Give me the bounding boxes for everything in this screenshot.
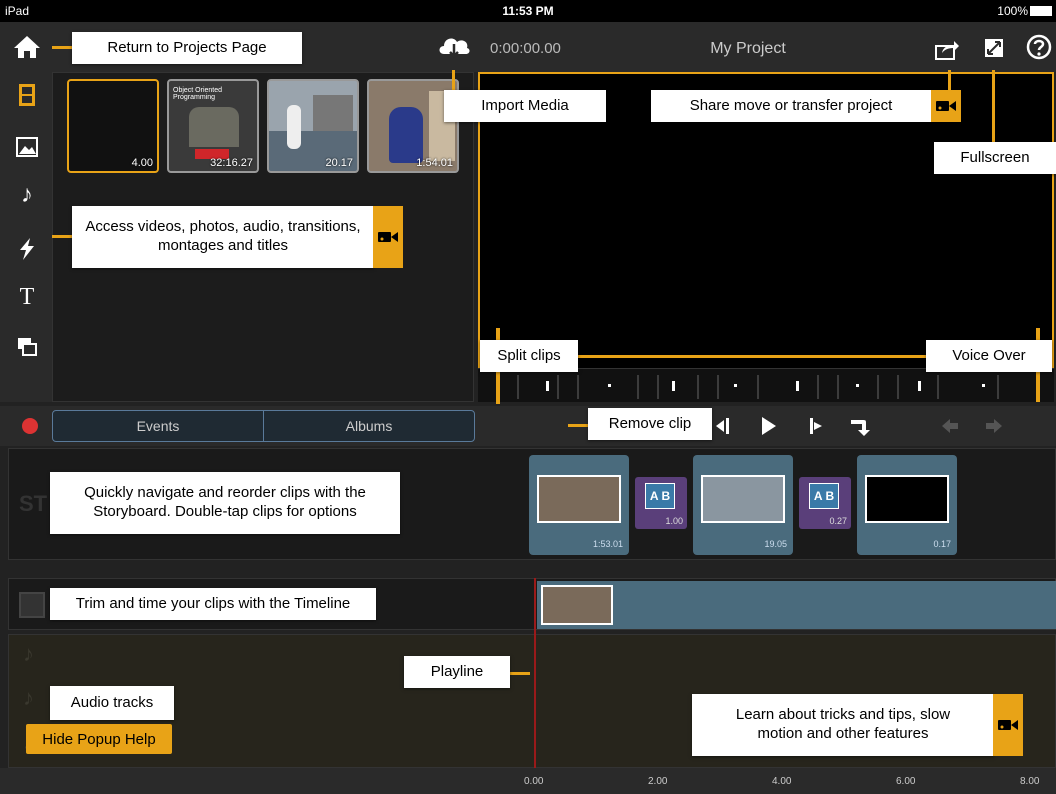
transition-ab-icon: A B [809, 483, 839, 509]
photo-icon[interactable] [14, 134, 40, 160]
callout-connector [568, 424, 588, 427]
storyboard-clip[interactable]: 0.17 [857, 455, 957, 555]
storyboard-transition[interactable]: A B 1.00 [635, 477, 687, 529]
callout-remove-clip: Remove clip [588, 408, 712, 440]
storyboard-clip[interactable]: 19.05 [693, 455, 793, 555]
status-bar: iPad 11:53 PM 100% [0, 0, 1056, 22]
storyboard-transition[interactable]: A B 0.27 [799, 477, 851, 529]
clip-thumbnail [541, 585, 613, 625]
project-title: My Project [710, 40, 786, 57]
ruler-tick: 8.00 [1020, 776, 1040, 787]
tab-events[interactable]: Events [52, 410, 264, 442]
tab-albums[interactable]: Albums [263, 410, 475, 442]
fullscreen-icon[interactable] [984, 38, 1004, 58]
battery-icon [1030, 6, 1052, 16]
help-icon[interactable] [1026, 34, 1052, 60]
callout-storyboard: Quickly navigate and reorder clips with … [50, 472, 400, 534]
callout-fullscreen: Fullscreen [934, 142, 1056, 174]
storyboard-clip[interactable]: 1:53.01 [529, 455, 629, 555]
playline[interactable] [534, 578, 536, 768]
hide-popup-help-button[interactable]: Hide Popup Help [26, 724, 172, 754]
clip-thumbnail [537, 475, 621, 523]
callout-timeline: Trim and time your clips with the Timeli… [50, 588, 376, 620]
scrub-ticks [517, 375, 999, 399]
play-icon[interactable] [756, 414, 780, 438]
callout-connector [52, 235, 72, 238]
time-ruler: 0.00 2.00 4.00 6.00 8.00 [0, 768, 1056, 794]
video-track-icon [19, 592, 45, 618]
titles-icon[interactable]: T [14, 284, 40, 310]
undo-icon[interactable] [938, 414, 962, 438]
battery-percent: 100% [997, 4, 1028, 18]
clip-thumbnail [701, 475, 785, 523]
callout-tricks: Learn about tricks and tips, slow motion… [692, 694, 994, 756]
home-icon[interactable] [12, 34, 42, 60]
callout-connector [578, 355, 926, 358]
ruler-tick: 6.00 [896, 776, 916, 787]
media-thumbnail[interactable]: 20.17 [267, 79, 359, 173]
montage-icon[interactable] [14, 334, 40, 360]
insert-arrow-icon[interactable] [848, 414, 872, 438]
transition-bolt-icon[interactable] [14, 236, 40, 262]
callout-audio-tracks: Audio tracks [50, 686, 174, 720]
split-left-icon[interactable] [712, 414, 736, 438]
redo-icon[interactable] [982, 414, 1006, 438]
callout-split-clips: Split clips [480, 340, 578, 372]
camera-icon [993, 694, 1023, 756]
callout-voice-over: Voice Over [926, 340, 1052, 372]
callout-share: Share move or transfer project [651, 90, 931, 122]
app-window: 0:00:00.00 My Project ♪ T 4.00 Object Or… [0, 22, 1056, 794]
callout-return-projects: Return to Projects Page [72, 32, 302, 64]
callout-connector [52, 46, 74, 49]
callout-import-media: Import Media [444, 90, 606, 122]
control-bar: Events Albums [0, 406, 1056, 446]
timecode-display: 0:00:00.00 [490, 40, 561, 57]
callout-connector [510, 672, 530, 675]
media-type-sidebar: ♪ T [0, 72, 52, 402]
split-right-icon[interactable] [804, 414, 828, 438]
ruler-tick: 0.00 [524, 776, 544, 787]
media-thumbnail[interactable]: Object Oriented Programming 32:16.27 [167, 79, 259, 173]
clip-thumbnail [865, 475, 949, 523]
audio-note-icon[interactable]: ♪ [14, 182, 40, 208]
camera-icon [931, 90, 961, 122]
video-filmstrip-icon[interactable] [14, 82, 40, 108]
cloud-import-icon[interactable] [436, 32, 472, 60]
callout-access-media: Access videos, photos, audio, transition… [72, 206, 374, 268]
timeline-clip[interactable] [537, 581, 1056, 629]
ruler-tick: 4.00 [772, 776, 792, 787]
audio-note-icon: ♪ [23, 641, 34, 666]
callout-connector [992, 70, 995, 144]
camera-icon [373, 206, 403, 268]
storyboard-label: ST [19, 491, 48, 516]
ruler-tick: 2.00 [648, 776, 668, 787]
thumbnail-caption: Object Oriented Programming [173, 87, 223, 101]
transition-ab-icon: A B [645, 483, 675, 509]
callout-playline: Playline [404, 656, 510, 688]
share-icon[interactable] [934, 38, 960, 60]
media-thumbnail[interactable]: 4.00 [67, 79, 159, 173]
status-time: 11:53 PM [502, 4, 554, 18]
record-button[interactable] [22, 418, 38, 434]
audio-note-icon: ♪ [23, 685, 34, 710]
scrub-bar[interactable] [478, 368, 1054, 402]
